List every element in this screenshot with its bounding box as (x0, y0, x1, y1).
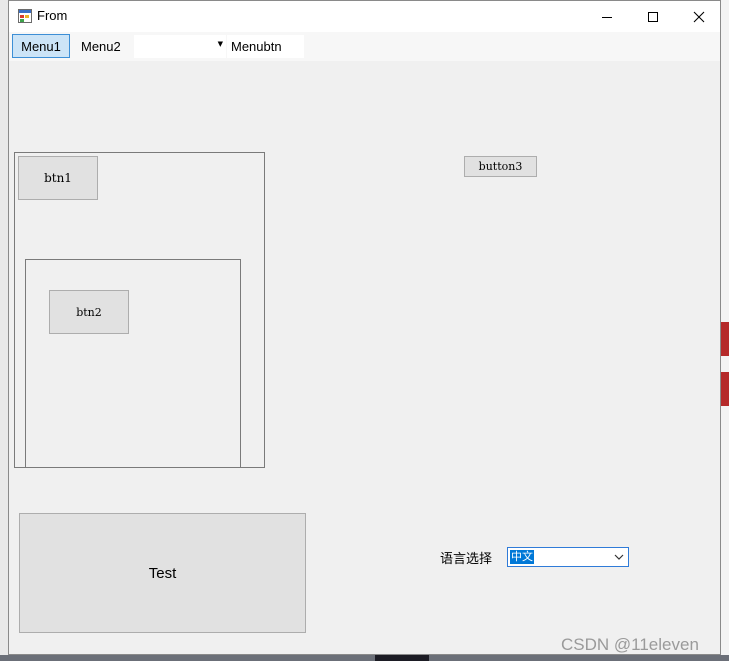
menu-item-menu1[interactable]: Menu1 (12, 34, 70, 58)
menu-textbox-menubtn[interactable]: Menubtn (227, 35, 304, 58)
btn1-button[interactable]: btn1 (18, 156, 98, 200)
btn2-button[interactable]: btn2 (49, 290, 129, 334)
app-icon (18, 9, 32, 23)
language-select-value: 中文 (510, 550, 534, 564)
taskbar-strip (0, 655, 729, 661)
form-window: From Menu1 Menu2 ▼ Menubtn btn1 btn2 but… (8, 0, 721, 655)
dropdown-arrow-icon: ▼ (217, 40, 223, 48)
maximize-button[interactable] (630, 1, 676, 32)
language-select[interactable]: 中文 (507, 547, 629, 567)
language-label: 语言选择 (440, 552, 493, 567)
minimize-icon (602, 16, 612, 18)
taskbar-segment (375, 655, 429, 661)
menu-strip: Menu1 Menu2 ▼ Menubtn (9, 32, 720, 61)
watermark-text: CSDN @11eleven (561, 635, 699, 654)
chevron-down-icon (614, 554, 624, 560)
desktop-background-left (0, 0, 8, 661)
menu-item-menu2[interactable]: Menu2 (81, 39, 121, 54)
desktop-thumbnail (721, 372, 729, 406)
window-title: From (37, 8, 68, 23)
title-bar[interactable]: From (9, 1, 720, 32)
minimize-button[interactable] (584, 1, 630, 32)
menu-combobox[interactable]: ▼ (134, 35, 226, 58)
desktop-thumbnail (721, 322, 729, 356)
maximize-icon (648, 11, 658, 22)
button3-button[interactable]: button3 (464, 156, 537, 177)
close-icon (693, 11, 705, 22)
close-button[interactable] (676, 1, 722, 32)
test-button[interactable]: Test (19, 513, 306, 633)
